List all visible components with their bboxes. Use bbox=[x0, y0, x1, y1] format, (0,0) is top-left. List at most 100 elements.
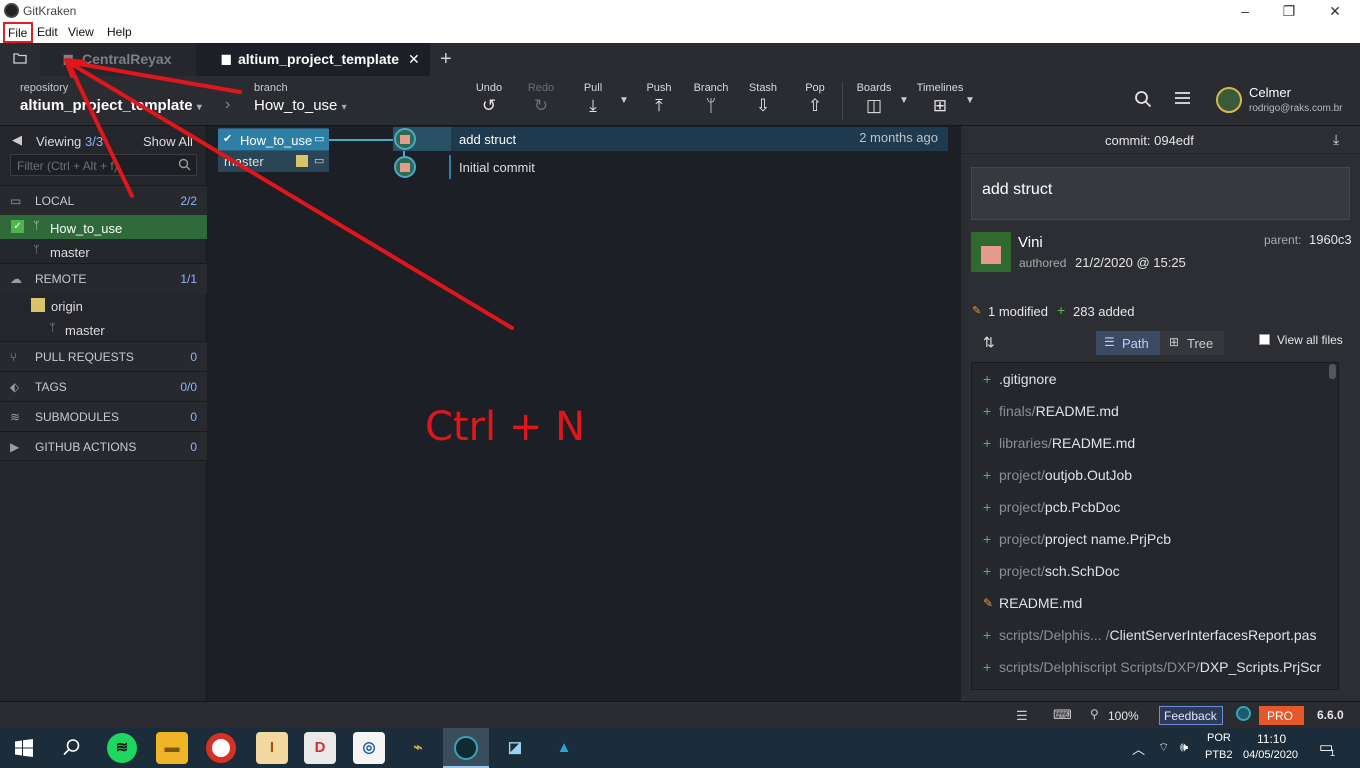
maximize-button[interactable]: ❐ bbox=[1266, 0, 1312, 22]
push-button[interactable]: Push ⤒ bbox=[637, 82, 681, 118]
boards-label: Boards bbox=[856, 82, 892, 94]
windows-start-icon[interactable] bbox=[15, 739, 33, 762]
boards-dropdown[interactable]: ▼ bbox=[899, 95, 909, 106]
view-all-files-label[interactable]: View all files bbox=[1277, 333, 1343, 347]
file-row[interactable]: + finals/README.md bbox=[972, 395, 1338, 427]
app-icon-altium[interactable]: ⌁ bbox=[402, 732, 434, 764]
file-row[interactable]: + scripts/Delphiscript Scripts/DXP/DXP_Sc… bbox=[972, 651, 1338, 683]
section-pull-requests[interactable]: ⑂ PULL REQUESTS 0 bbox=[0, 341, 207, 371]
ref-label-how-to-use[interactable]: ✔ How_to_use ▭ bbox=[218, 129, 329, 150]
tree-icon: ⊞ bbox=[1169, 335, 1180, 349]
menu-edit[interactable]: Edit bbox=[37, 25, 58, 39]
sort-icon[interactable]: ⇅ bbox=[983, 334, 995, 351]
pull-options-dropdown[interactable]: ▼ bbox=[619, 95, 629, 106]
commit-avatar bbox=[394, 128, 416, 150]
tree-view-button[interactable]: ⊞ Tree bbox=[1160, 331, 1224, 355]
tree-label: Tree bbox=[1187, 336, 1214, 351]
gitkraken-taskbar-icon[interactable] bbox=[443, 728, 489, 768]
repository-selector[interactable]: altium_project_template ▾ bbox=[20, 97, 202, 114]
minimize-button[interactable]: – bbox=[1222, 0, 1268, 22]
search-icon bbox=[178, 158, 191, 176]
filter-input[interactable]: Filter (Ctrl + Alt + f) bbox=[10, 154, 197, 176]
menu-help[interactable]: Help bbox=[107, 25, 132, 39]
clock-date[interactable]: 04/05/2020 bbox=[1243, 749, 1298, 761]
folder-icon[interactable] bbox=[0, 43, 40, 76]
file-row[interactable]: + project/project name.PrjPcb bbox=[972, 523, 1338, 555]
view-all-files-checkbox[interactable] bbox=[1259, 334, 1270, 345]
commit-row[interactable]: add struct 2 months ago bbox=[393, 127, 948, 151]
new-tab-button[interactable]: + bbox=[440, 43, 460, 76]
file-row[interactable]: + libraries/README.md bbox=[972, 427, 1338, 459]
section-local[interactable]: ▭ LOCAL 2/2 bbox=[0, 185, 207, 215]
file-name: project name.PrjPcb bbox=[1044, 531, 1171, 547]
app-icon-d[interactable]: D bbox=[304, 732, 336, 764]
chrome-icon[interactable] bbox=[206, 733, 236, 763]
sidebar-item-origin[interactable]: origin bbox=[0, 293, 207, 317]
wifi-icon[interactable]: ⌔ bbox=[1158, 740, 1169, 755]
keyboard-layout-indicator[interactable]: PTB2 bbox=[1205, 749, 1233, 761]
pull-button[interactable]: Pull ⤓ bbox=[571, 82, 615, 118]
file-row[interactable]: + project/pcb.PcbDoc bbox=[972, 491, 1338, 523]
close-tab-icon[interactable]: ✕ bbox=[408, 43, 420, 76]
pro-badge[interactable]: PRO bbox=[1259, 706, 1304, 725]
menu-file[interactable]: File bbox=[3, 22, 33, 43]
app-icon-swirl[interactable]: ◎ bbox=[353, 732, 385, 764]
sidebar-item-master[interactable]: ᛘ master bbox=[0, 239, 207, 263]
show-all-button[interactable]: Show All bbox=[143, 134, 193, 149]
zoom-level[interactable]: 100% bbox=[1108, 709, 1139, 723]
chevron-right-icon: › bbox=[225, 96, 231, 113]
chevron-down-icon: ▾ bbox=[196, 102, 202, 113]
stash-button[interactable]: Stash ⇩ bbox=[741, 82, 785, 118]
branch-button[interactable]: Branch ᛘ bbox=[689, 82, 733, 118]
clock-time[interactable]: 11:10 bbox=[1257, 732, 1286, 746]
boards-button[interactable]: Boards ◫ bbox=[852, 82, 896, 118]
ref-label-master[interactable]: master ▭ bbox=[218, 151, 329, 172]
section-github-actions[interactable]: ▶ GITHUB ACTIONS 0 bbox=[0, 431, 207, 461]
timelines-dropdown[interactable]: ▼ bbox=[965, 95, 975, 106]
commit-row[interactable]: Initial commit bbox=[393, 155, 948, 179]
path-view-button[interactable]: ☰ Path bbox=[1096, 331, 1160, 355]
close-window-button[interactable]: ✕ bbox=[1312, 0, 1358, 22]
search-icon[interactable] bbox=[63, 738, 81, 761]
chevron-up-icon[interactable]: ︿ bbox=[1132, 739, 1145, 758]
sidebar-item-origin-master[interactable]: ᛘ master bbox=[0, 317, 207, 341]
user-avatar[interactable] bbox=[1216, 87, 1242, 113]
hamburger-menu-icon[interactable] bbox=[1174, 90, 1191, 111]
app-icon-i[interactable]: I bbox=[256, 732, 288, 764]
parent-sha[interactable]: 1960c3 bbox=[1309, 232, 1352, 247]
redo-button[interactable]: Redo ↻ bbox=[519, 82, 563, 118]
section-remote[interactable]: ☁ REMOTE 1/1 bbox=[0, 263, 207, 293]
section-tags[interactable]: ⬖ TAGS 0/0 bbox=[0, 371, 207, 401]
file-explorer-icon[interactable]: ▬ bbox=[156, 732, 188, 764]
commit-summary-box[interactable]: add struct bbox=[971, 167, 1350, 220]
pop-button[interactable]: Pop ⇧ bbox=[793, 82, 837, 118]
sidebar-item-how-to-use[interactable]: ✓ ᛘ How_to_use bbox=[0, 215, 207, 239]
file-row[interactable]: ✎ README.md bbox=[972, 587, 1338, 619]
file-row[interactable]: + project/sch.SchDoc bbox=[972, 555, 1338, 587]
volume-icon[interactable]: 🕪 bbox=[1180, 739, 1188, 755]
search-icon[interactable] bbox=[1134, 90, 1152, 113]
file-row[interactable]: + project/outjob.OutJob bbox=[972, 459, 1338, 491]
file-row[interactable]: + .gitignore bbox=[972, 363, 1338, 395]
file-dir: finals/ bbox=[999, 403, 1036, 419]
avatar-pixel bbox=[400, 135, 410, 144]
tab-altium-project-template[interactable]: ▆ altium_project_template ✕ bbox=[196, 43, 430, 76]
section-submodules[interactable]: ≋ SUBMODULES 0 bbox=[0, 401, 207, 431]
undo-button[interactable]: Undo ↺ bbox=[467, 82, 511, 118]
language-indicator[interactable]: POR bbox=[1207, 732, 1231, 744]
collapse-sidebar-icon[interactable]: ◀ bbox=[12, 132, 22, 148]
menu-view[interactable]: View bbox=[68, 25, 94, 39]
app-icon-autodesk[interactable]: ▲ bbox=[548, 732, 580, 764]
keyboard-icon[interactable]: ⌨ bbox=[1053, 707, 1072, 723]
file-row[interactable]: + scripts/Delphis... /ClientServerInterfa… bbox=[972, 619, 1338, 651]
play-circle-icon: ▶ bbox=[10, 440, 20, 454]
activity-log-icon[interactable]: ☰ bbox=[1016, 708, 1028, 724]
timelines-button[interactable]: Timelines ⊞ bbox=[914, 82, 966, 118]
download-icon[interactable]: ⤓ bbox=[1333, 131, 1339, 148]
feedback-button[interactable]: Feedback bbox=[1159, 706, 1223, 725]
spotify-icon[interactable]: ≋ bbox=[107, 733, 137, 763]
layers-icon: ≋ bbox=[10, 410, 21, 424]
tab-centralreyax[interactable]: ▆ CentralReyax bbox=[40, 43, 196, 76]
branch-selector[interactable]: How_to_use ▾ bbox=[254, 97, 347, 114]
app-icon-notebook[interactable]: ◪ bbox=[499, 732, 531, 764]
